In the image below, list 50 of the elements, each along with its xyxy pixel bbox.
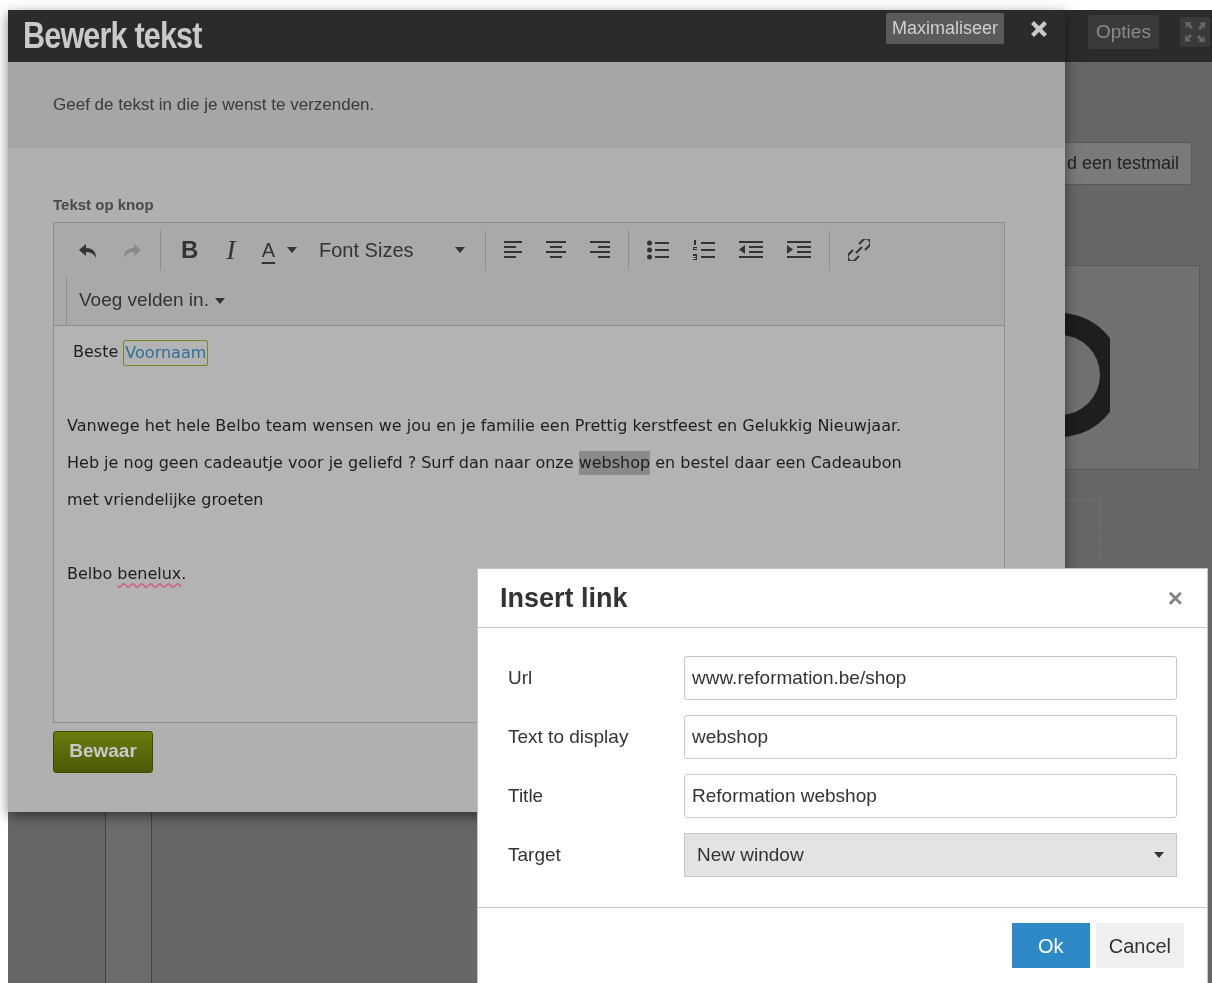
- indent-icon: [787, 240, 811, 259]
- dropdown-value: New window: [697, 842, 804, 867]
- field-label: Text to display: [508, 724, 630, 749]
- dialog-title: Bewerk tekst: [23, 18, 202, 54]
- save-button[interactable]: Bewaar: [53, 730, 153, 773]
- editor-text: Belbo: [67, 562, 114, 585]
- text-field[interactable]: www.reformation.be/shop: [684, 656, 1177, 700]
- insert-fields-label: Voeg velden in.: [79, 288, 209, 313]
- align-center-icon: [546, 240, 566, 259]
- link-icon: [848, 238, 870, 261]
- expand-icon: [1180, 17, 1210, 47]
- font-size-label: Font Sizes: [319, 237, 414, 263]
- bold-button[interactable]: B: [167, 229, 213, 270]
- font-size-dropdown[interactable]: Font Sizes: [309, 229, 479, 270]
- text-field[interactable]: Reformation webshop: [684, 774, 1177, 818]
- maximize-button[interactable]: Maximaliseer: [886, 13, 1005, 44]
- editor-text: met vriendelijke groeten: [67, 488, 264, 511]
- selected-text: webshop: [578, 450, 651, 475]
- ok-button[interactable]: Ok: [1011, 923, 1090, 968]
- target-dropdown[interactable]: New window: [684, 833, 1177, 877]
- editor-text: Heb je nog geen cadeautje voor je geliefd ? Surf dan naar onze: [67, 451, 575, 474]
- text-color-button[interactable]: A: [249, 229, 309, 270]
- bullet-list-icon: [647, 239, 669, 260]
- align-right-icon: [590, 240, 610, 259]
- field-label: Url: [508, 665, 534, 690]
- intro-text: Geef de tekst in die je wenst te verzenden.: [53, 94, 375, 117]
- field-label: Tekst op knop: [53, 195, 155, 215]
- insert-fields-dropdown[interactable]: Voeg velden in.: [67, 280, 237, 321]
- editor-text: en bestel daar een Cadeaubon: [654, 451, 902, 474]
- caret-icon: [214, 297, 225, 304]
- text-color-label: A: [261, 237, 275, 263]
- editor-text: Vanwege het hele Belbo team wensen we jou en je familie een Prettig kerstfeest en Gelukkig Nieuwjaar.: [67, 414, 902, 437]
- outdent-icon: [739, 240, 763, 259]
- merge-field: Voornaam: [123, 339, 209, 366]
- editor-text: .: [181, 562, 187, 585]
- numbered-list-icon: [693, 239, 715, 260]
- dialog-title: Insert link: [500, 581, 628, 615]
- close-button[interactable]: ×: [1167, 578, 1183, 618]
- caret-icon: [287, 246, 297, 253]
- caret-icon: [455, 246, 465, 253]
- italic-button[interactable]: I: [212, 229, 250, 270]
- text-field[interactable]: webshop: [684, 715, 1177, 759]
- field-label: Title: [508, 783, 545, 808]
- misspelled-word: benelux: [117, 562, 182, 585]
- caret-icon: [1154, 852, 1164, 858]
- editor-text: Beste: [73, 340, 120, 363]
- field-label: Target: [508, 842, 562, 867]
- options-button[interactable]: Opties: [1088, 15, 1159, 49]
- cancel-button[interactable]: Cancel: [1095, 923, 1184, 968]
- align-left-icon: [504, 240, 522, 259]
